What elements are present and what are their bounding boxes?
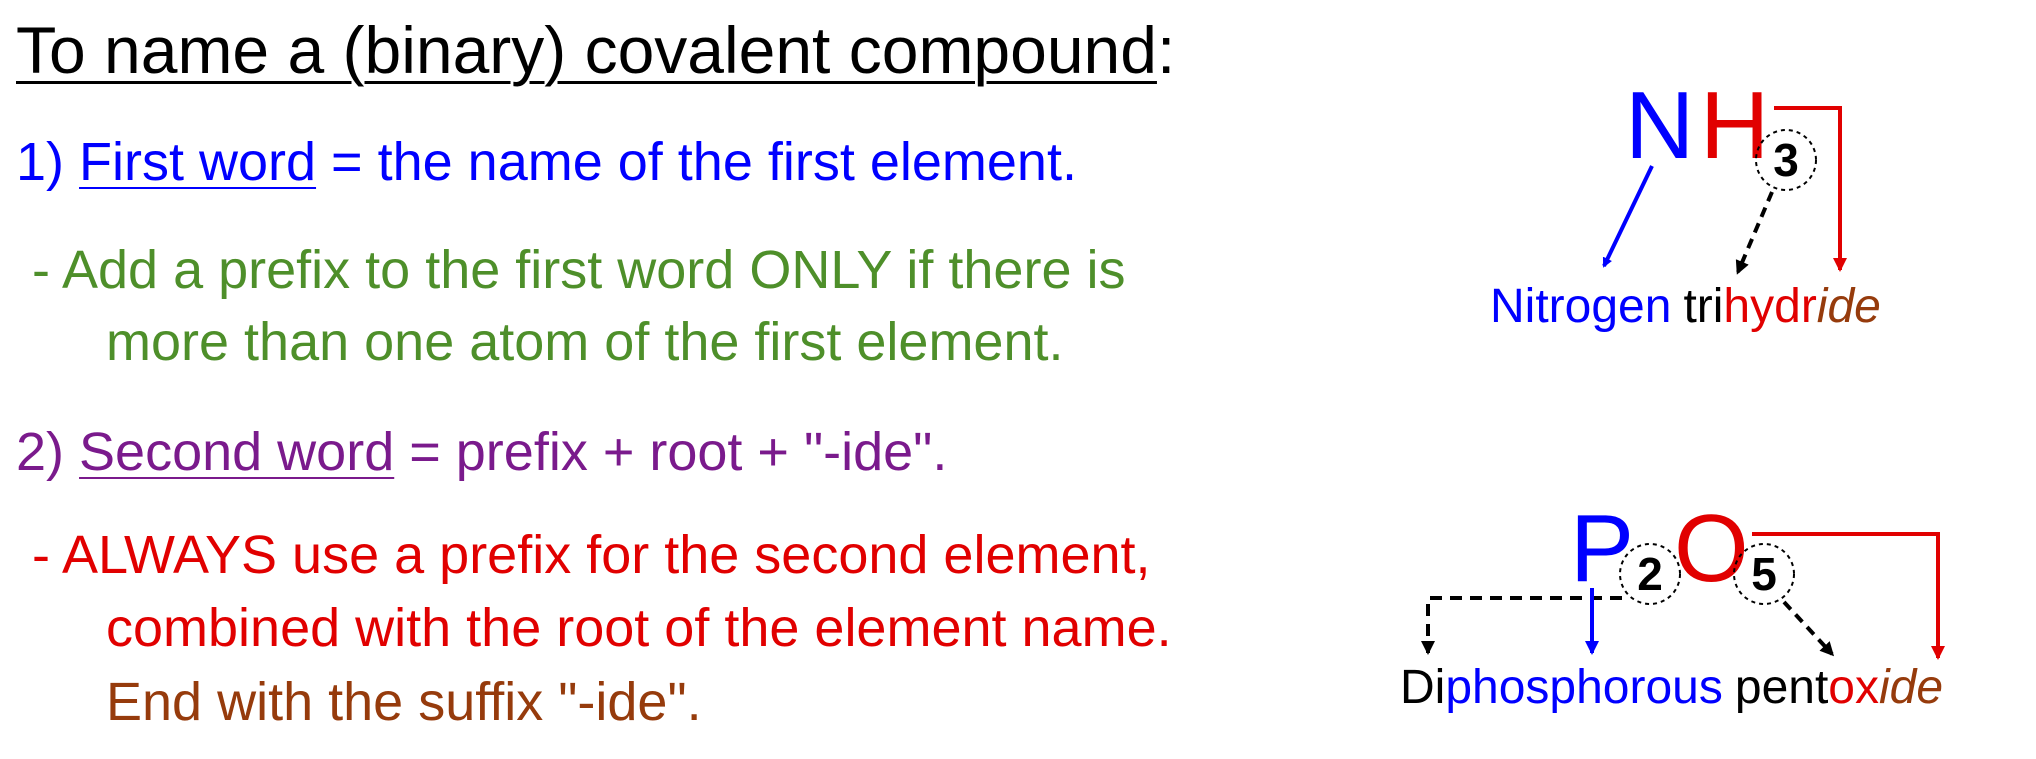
example-nh3: N H 3 Nitrogen trihydride (1490, 72, 1881, 333)
p2o5-name-phosphorous: phosphorous (1445, 661, 1723, 714)
p2o5-name-suffix: ide (1879, 661, 1943, 714)
p2o5-subscript-1: 2 (1637, 548, 1663, 600)
nh3-name-prefix: tri (1683, 280, 1723, 333)
nh3-compound-name: Nitrogen trihydride (1490, 280, 1881, 333)
p2o5-compound-name: Diphosphorous pentoxide (1400, 661, 1943, 714)
nh3-name-root: hydr (1723, 280, 1816, 333)
nh3-name-suffix: ide (1817, 280, 1881, 333)
nh3-arrow-first-word (1602, 165, 1654, 268)
p2o5-arrow-second-prefix (1782, 600, 1835, 657)
nh3-subscript: 3 (1773, 134, 1799, 186)
p2o5-subscript-2: 5 (1751, 548, 1777, 600)
p2o5-name-prefix-2: pent (1735, 661, 1828, 714)
p2o5-symbol-p: P (1570, 495, 1634, 602)
example-p2o5: P 2 O 5 Diphosphorous pentoxide (1400, 495, 1945, 714)
nh3-arrow-prefix (1735, 191, 1774, 275)
p2o5-name-root: ox (1828, 661, 1879, 714)
nh3-symbol-h: H (1700, 72, 1769, 179)
examples-diagram: N H 3 Nitrogen trihydride P 2 O 5 Diphosp… (1400, 72, 1945, 714)
p2o5-arrow-second-word (1752, 532, 1945, 660)
nh3-name-nitrogen: Nitrogen (1490, 280, 1671, 333)
p2o5-name-prefix-1: Di (1400, 661, 1445, 714)
nh3-symbol-n: N (1625, 72, 1694, 179)
